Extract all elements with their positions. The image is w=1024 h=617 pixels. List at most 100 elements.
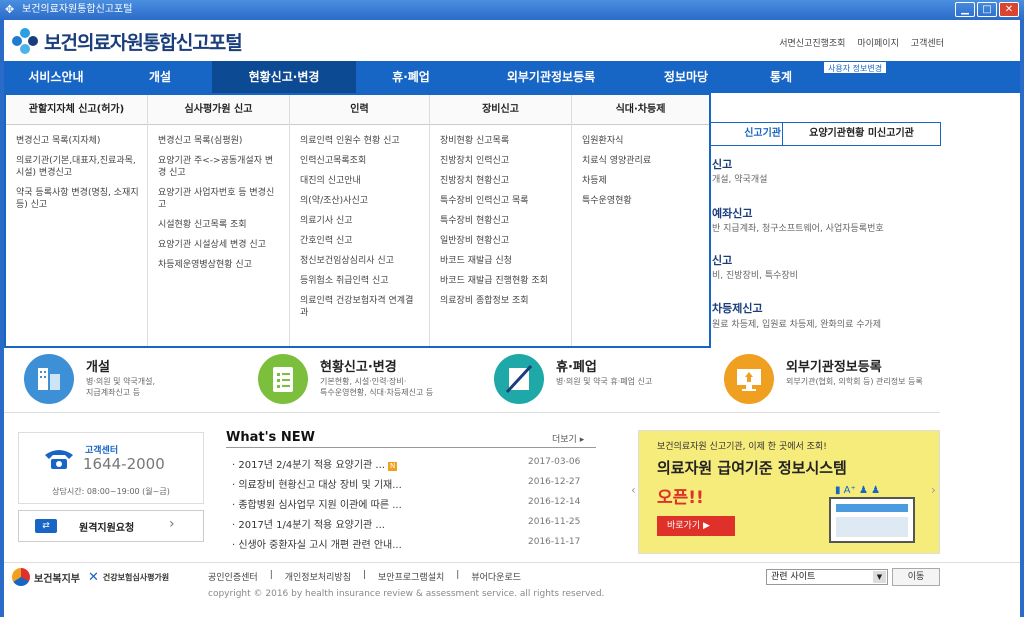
banner-go-button[interactable]: 바로가기 ▶ [657,516,735,536]
menu-item[interactable]: 변경신고 목록(심평원) [158,135,281,147]
footer-link-privacy[interactable]: 개인정보처리방침 [285,570,351,583]
go-button[interactable]: 이동 [892,568,940,586]
chevron-down-icon: ▼ [873,571,886,583]
menu-item[interactable]: 변경신고 목록(지자체) [16,135,139,147]
util-link-mypage[interactable]: 마이페이지 [857,36,898,49]
footer-links: 공인인증센터 | 개인정보처리방침 | 보안프로그램설치 | 뷰어다운로드 [208,570,522,583]
footer-link-cert[interactable]: 공인인증센터 [208,570,258,583]
quick-title: 현황신고·변경 [320,360,397,375]
minimize-button[interactable]: ▁ [955,2,975,17]
banner-prev-icon[interactable]: ‹ [631,483,641,499]
quick-desc: 외부기관(협회, 의학회 등) 관리정보 등록 [786,377,923,386]
arrow-right-icon: ▶ [703,521,710,531]
menu-item[interactable]: 진방장치 현황신고 [440,175,563,187]
news-item-date: 2016-11-25 [528,517,581,527]
quick-external-info[interactable]: 외부기관정보등록 외부기관(협회, 의학회 등) 관리정보 등록 [724,352,940,410]
menu-item[interactable]: 요양기관 사업자번호 등 변경신고 [158,187,281,211]
menu-item[interactable]: 바코드 재발급 신청 [440,255,563,267]
window-titlebar[interactable]: ✥ 보건의료자원통합신고포털 ▁ □ ✕ [0,0,1024,20]
quick-desc: 기본현황, 시설·인력·장비· 특수운영현황, 식대·차등제신고 등 [320,377,434,397]
menu-item[interactable]: 의료기사 신고 [300,215,421,227]
news-item[interactable]: · 신생아 중환자실 고시 개편 관련 안내... 2016-11-17 [222,532,592,552]
mohw-name: 보건복지부 [34,573,80,585]
news-item[interactable]: · 2017년 2/4분기 적용 요양기관 ... N 2017-03-06 [222,452,592,472]
mohw-logo-icon [12,568,30,586]
menu-item[interactable]: 차등제운영병상현황 신고 [158,259,281,271]
menu-item[interactable]: 일반장비 현황신고 [440,235,563,247]
triangle-right-icon: ▸ [579,435,585,445]
menu-item[interactable]: 약국 등록사항 변경(명칭, 소재지 등) 신고 [16,187,139,211]
column-heading: 식대·차등제 [572,95,709,125]
menu-item[interactable]: 바코드 재발급 진행현황 조회 [440,275,563,287]
close-button[interactable]: ✕ [999,2,1019,17]
news-item[interactable]: · 종합병원 심사업무 지원 이관에 따른 ... 2016-12-14 [222,492,592,512]
column-heading: 장비신고 [430,95,571,125]
menu-item[interactable]: 특수장비 현황신고 [440,215,563,227]
news-item[interactable]: · 2017년 1/4분기 적용 요양기관 ... 2016-11-25 [222,512,592,532]
phone-icon [43,445,75,471]
menu-item[interactable]: 특수장비 인력신고 목록 [440,195,563,207]
news-item-title: · 2017년 2/4분기 적용 요양기관 ... N [232,460,398,471]
footer-org-logos: 보건복지부 ✕ 건강보험심사평가원 [12,568,169,586]
gnb-item-status-change[interactable]: 현황신고·변경 [212,61,356,93]
menu-item[interactable]: 의(약/조산)사신고 [300,195,421,207]
remote-support-label: 원격지원요청 [79,523,135,534]
gnb-item-open[interactable]: 개설 [108,61,212,93]
gnb-item-stats[interactable]: 통계 [736,61,826,93]
util-link-customer-center[interactable]: 고객센터 [911,36,944,49]
menu-item[interactable]: 특수운영현황 [582,195,701,207]
menu-item[interactable]: 의료인력 인원수 현황 신고 [300,135,421,147]
menu-item[interactable]: 간호인력 신고 [300,235,421,247]
menu-item[interactable]: 의료기관(기본,대표자,진료과목,시설) 변경신고 [16,155,139,179]
gnb-item-external-info[interactable]: 외부기관정보등록 [466,61,636,93]
menu-item[interactable]: 대진의 신고안내 [300,175,421,187]
remote-support-button[interactable]: ⇄ 원격지원요청 › [18,510,204,542]
footer-link-viewer[interactable]: 뷰어다운로드 [471,570,521,583]
menu-item[interactable]: 시설현황 신고목록 조회 [158,219,281,231]
menu-item[interactable]: 등위험소 취급인력 신고 [300,275,421,287]
menu-item[interactable]: 정신보건임상심리사 신고 [300,255,421,267]
quick-title: 외부기관정보등록 [786,360,882,375]
quick-title: 휴·폐업 [556,360,597,375]
menu-item[interactable]: 입원환자식 [582,135,701,147]
footer-link-security[interactable]: 보안프로그램설치 [378,570,444,583]
tab-reported[interactable]: 신고기관 [706,123,781,145]
quick-status-change[interactable]: 현황신고·변경 기본현황, 시설·인력·장비· 특수운영현황, 식대·차등제신고… [258,352,478,410]
menu-item[interactable]: 진방장치 인력신고 [440,155,563,167]
column-heading: 관할지자체 신고(허가) [6,95,147,125]
copyright: copyright © 2016 by health insurance rev… [208,589,605,599]
tab-unreported[interactable]: 요양기관현황 미신고기관 [782,123,940,145]
menu-item[interactable]: 요양기관 시설상세 변경 신고 [158,239,281,251]
maximize-button[interactable]: □ [977,2,997,17]
news-more-link[interactable]: 더보기 ▸ [552,432,584,445]
menu-item[interactable]: 인력신고목록조회 [300,155,421,167]
hira-logo-icon: ✕ [88,569,99,585]
banner-next-icon[interactable]: › [931,483,941,499]
news-item-title: · 종합병원 심사업무 지원 이관에 따른 ... [232,500,402,511]
news-item[interactable]: · 의료장비 현황신고 대상 장비 및 기재... 2016-12-27 [222,472,592,492]
menu-item[interactable]: 차등제 [582,175,701,187]
user-info-change-button[interactable]: 사용자 정보변경 [823,61,888,74]
column-heading: 인력 [290,95,429,125]
banner-top-text: 보건의료자원 신고기관, 이제 한 곳에서 조회! [657,442,827,452]
logo-mark-icon [12,28,38,54]
menu-item[interactable]: 치료식 영양관리료 [582,155,701,167]
quick-open[interactable]: 개설 병·의원 및 약국개설, 지급계좌신고 등 [24,352,234,410]
section-title[interactable]: 예좌신고 [712,205,752,221]
promo-banner[interactable]: ‹ › 보건의료자원 신고기관, 이제 한 곳에서 조회! 의료자원 급여기준 … [631,430,941,554]
site-logo[interactable]: 보건의료자원통합신고포털 [12,26,243,56]
menu-item[interactable]: 장비현황 신고목록 [440,135,563,147]
column-heading: 심사평가원 신고 [148,95,289,125]
section-title[interactable]: 신고 [712,156,732,172]
util-link-written-report[interactable]: 서면신고진행조회 [779,36,845,49]
menu-item[interactable]: 요양기관 주<->공동개설자 변경 신고 [158,155,281,179]
menu-item[interactable]: 의료인력 건강보험자격 연계결과 [300,295,421,319]
section-title[interactable]: 신고 [712,252,732,268]
menu-item[interactable]: 의료장비 종합정보 조회 [440,295,563,307]
quick-closure[interactable]: 휴·폐업 병·의원 및 약국 휴·폐업 신고 [494,352,714,410]
gnb-item-closure[interactable]: 휴·폐업 [356,61,466,93]
related-site-select[interactable]: 관련 사이트 ▼ [766,569,888,585]
gnb-item-info[interactable]: 정보마당 [636,61,736,93]
gnb-item-service-guide[interactable]: 서비스안내 [4,61,108,93]
section-title[interactable]: 차등제신고 [712,300,763,316]
